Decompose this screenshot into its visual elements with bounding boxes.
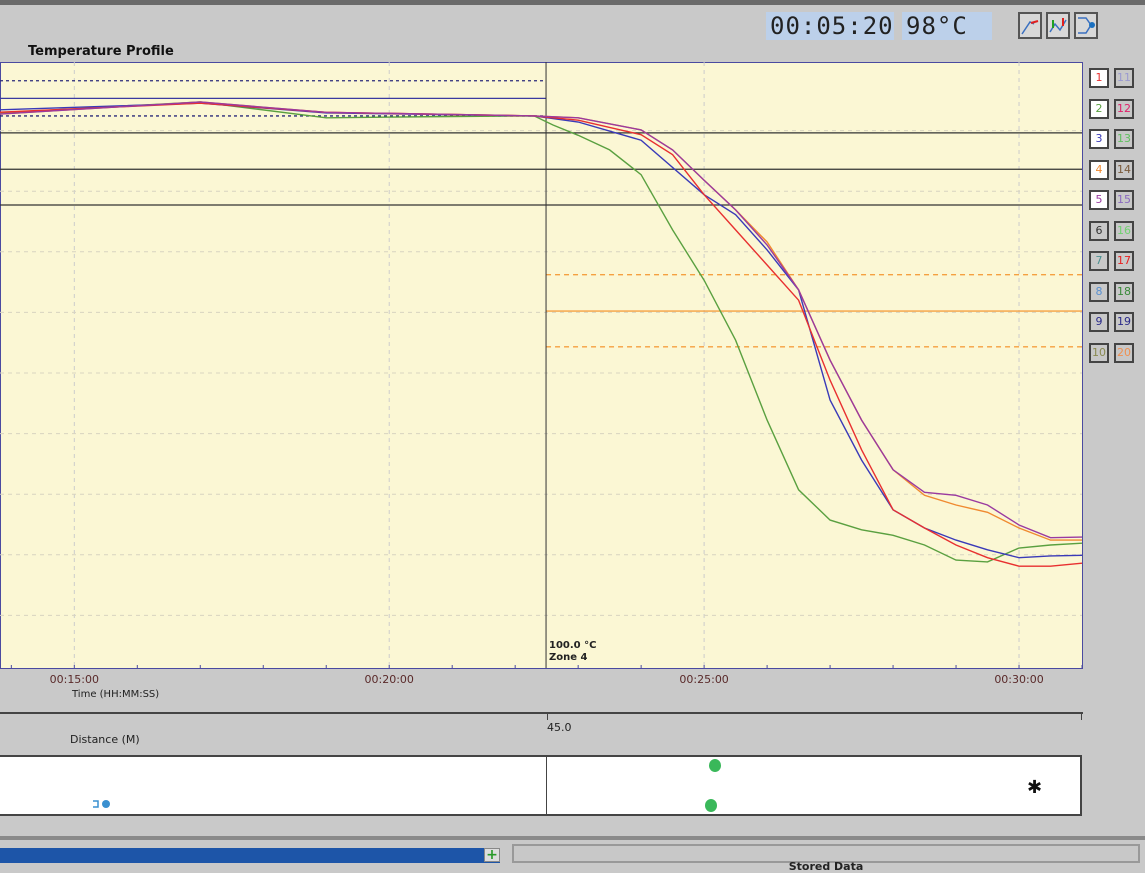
channel-toggle-6[interactable]: 6 bbox=[1089, 220, 1109, 241]
temperature-profile-plot[interactable] bbox=[0, 62, 1083, 669]
window-top-border bbox=[0, 0, 1145, 5]
x-tick-label: 00:25:00 bbox=[679, 673, 729, 686]
channel-toggle-7[interactable]: 7 bbox=[1089, 251, 1109, 271]
connect-probe-button[interactable] bbox=[1074, 12, 1098, 39]
add-button[interactable]: + bbox=[484, 848, 500, 862]
channel-toggle-5[interactable]: 5 bbox=[1089, 190, 1109, 210]
channel-toggle-14[interactable]: 14 bbox=[1114, 159, 1134, 180]
stored-data-panel: Stored Data bbox=[512, 844, 1140, 873]
peak-profile-button[interactable] bbox=[1046, 12, 1070, 39]
chart-title: Temperature Profile bbox=[28, 44, 174, 59]
sensor-dot-icon bbox=[705, 799, 717, 812]
connect-probe-icon bbox=[1078, 17, 1095, 34]
probe-icon bbox=[93, 800, 110, 808]
channel-toggle-13[interactable]: 13 bbox=[1114, 129, 1134, 149]
panel-divider[interactable] bbox=[0, 836, 1145, 840]
x-axis-label: Time (HH:MM:SS) bbox=[72, 689, 160, 700]
rising-profile-icon bbox=[1021, 20, 1039, 35]
distance-axis bbox=[0, 712, 1083, 755]
channel-toggle-3[interactable]: 3 bbox=[1089, 129, 1109, 149]
channel-toggle-18[interactable]: 18 bbox=[1114, 281, 1134, 302]
channel-toggle-19[interactable]: 19 bbox=[1114, 312, 1134, 332]
rising-profile-button[interactable] bbox=[1018, 12, 1042, 39]
channel-toggle-2[interactable]: 2 bbox=[1089, 98, 1109, 119]
cursor-line bbox=[546, 757, 547, 814]
fan-icon: ✱ bbox=[1027, 777, 1043, 798]
channel-toggle-20[interactable]: 20 bbox=[1114, 342, 1134, 363]
channel-toggle-4[interactable]: 4 bbox=[1089, 159, 1109, 180]
sensor-dot-icon bbox=[709, 759, 721, 772]
oven-position-strip[interactable]: ✱ bbox=[0, 755, 1082, 816]
plot-background bbox=[0, 62, 1083, 669]
channel-toggle-16[interactable]: 16 bbox=[1114, 220, 1134, 241]
x-tick-label: 00:15:00 bbox=[49, 673, 100, 686]
elapsed-time-display: 00:05:20 bbox=[766, 12, 894, 40]
cursor-zone: Zone 4 bbox=[549, 652, 588, 663]
distance-label: Distance (M) bbox=[70, 733, 140, 746]
channel-toggle-1[interactable]: 1 bbox=[1089, 68, 1109, 88]
distance-value: 45.0 bbox=[547, 721, 572, 734]
channel-toggle-8[interactable]: 8 bbox=[1089, 281, 1109, 302]
cursor-temp: 100.0 °C bbox=[549, 640, 597, 651]
channel-toggle-12[interactable]: 12 bbox=[1114, 98, 1134, 119]
peak-profile-icon bbox=[1049, 18, 1067, 33]
channel-toggle-15[interactable]: 15 bbox=[1114, 190, 1134, 210]
x-tick-label: 00:30:00 bbox=[994, 673, 1044, 686]
plus-icon: + bbox=[486, 847, 498, 863]
channel-toggle-10[interactable]: 10 bbox=[1089, 342, 1109, 363]
stored-data-title: Stored Data bbox=[788, 860, 864, 873]
x-tick-label: 00:20:00 bbox=[364, 673, 414, 686]
current-temp-display: 98°C bbox=[902, 12, 992, 40]
selected-panel-header[interactable] bbox=[0, 848, 500, 863]
channel-toggle-9[interactable]: 9 bbox=[1089, 312, 1109, 332]
channel-toggle-11[interactable]: 11 bbox=[1114, 68, 1134, 88]
cursor-readout: 100.0 °C Zone 4 bbox=[549, 640, 596, 664]
channel-toggle-17[interactable]: 17 bbox=[1114, 251, 1134, 271]
